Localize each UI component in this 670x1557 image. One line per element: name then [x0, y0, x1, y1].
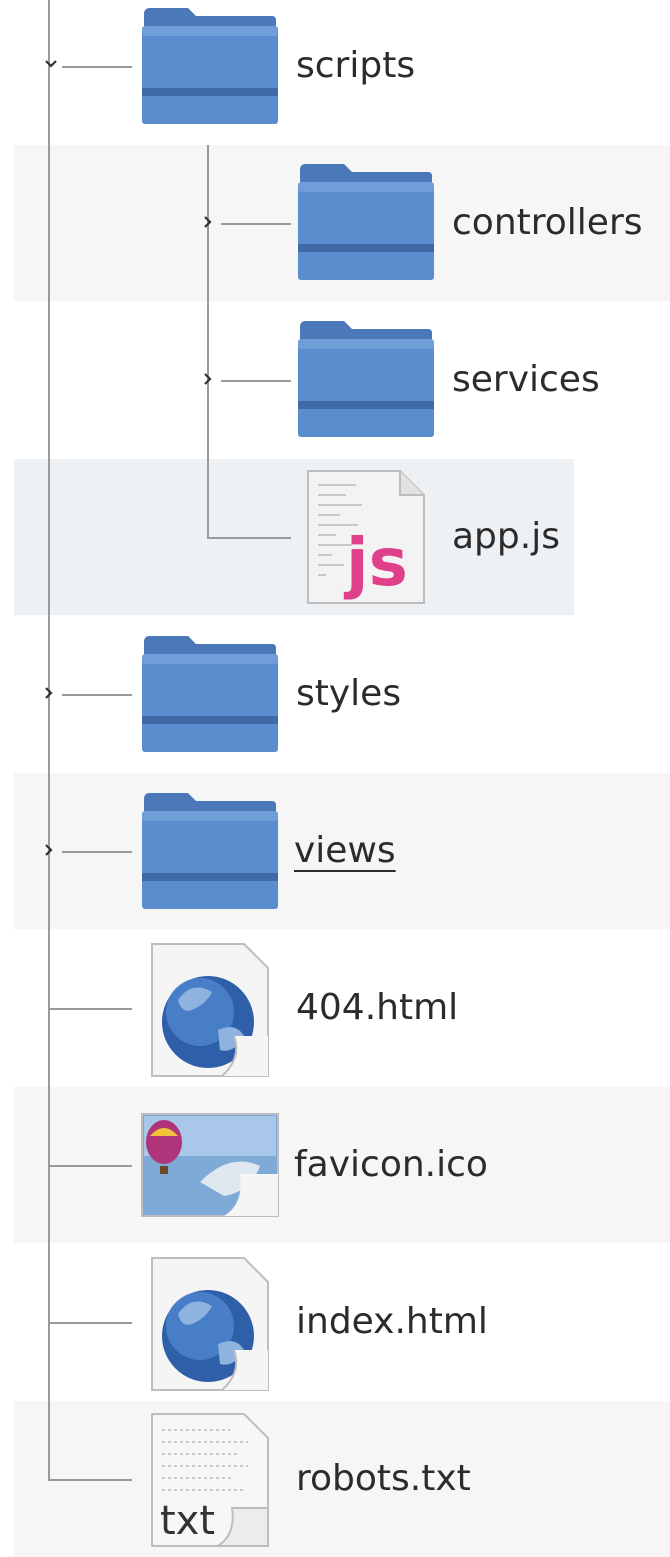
connector-controllers — [221, 223, 291, 225]
tree-guide-depth2 — [207, 145, 209, 538]
tree-item-label[interactable]: controllers — [452, 201, 643, 245]
tree-item-label[interactable]: app.js — [452, 515, 560, 559]
text-file-icon[interactable]: txt — [148, 1410, 288, 1547]
connector-app-js — [207, 537, 291, 539]
folder-icon[interactable] — [140, 4, 280, 128]
connector-index — [48, 1322, 132, 1324]
connector-scripts — [62, 66, 132, 68]
connector-services — [221, 380, 291, 382]
folder-icon[interactable] — [140, 632, 280, 756]
connector-styles — [62, 694, 132, 696]
tree-item-label[interactable]: robots.txt — [296, 1457, 471, 1501]
tree-item-label[interactable]: index.html — [296, 1300, 488, 1344]
connector-views — [62, 851, 132, 853]
html-globe-file-icon[interactable] — [148, 940, 288, 1077]
tree-item-label[interactable]: views — [294, 829, 396, 873]
connector-robots — [48, 1479, 132, 1481]
file-tree: scripts controllers services js app.js s… — [0, 0, 670, 1557]
chevron-right-icon[interactable] — [199, 370, 217, 388]
txt-icon-text: txt — [160, 1498, 215, 1544]
html-globe-file-icon[interactable] — [148, 1254, 288, 1391]
folder-icon[interactable] — [140, 789, 280, 913]
folder-icon[interactable] — [296, 317, 436, 441]
folder-icon[interactable] — [296, 160, 436, 284]
tree-item-label[interactable]: styles — [296, 672, 401, 716]
tree-item-label[interactable]: favicon.ico — [294, 1143, 488, 1187]
tree-guide-depth1 — [48, 0, 50, 1480]
chevron-right-icon[interactable] — [40, 841, 58, 859]
javascript-file-icon[interactable]: js — [296, 467, 436, 604]
chevron-down-icon[interactable] — [42, 55, 60, 73]
tree-item-label[interactable]: scripts — [296, 44, 415, 88]
connector-favicon — [48, 1165, 132, 1167]
image-file-icon[interactable] — [140, 1112, 280, 1236]
tree-item-label[interactable]: services — [452, 358, 600, 402]
connector-404 — [48, 1008, 132, 1010]
js-icon-text: js — [343, 524, 408, 601]
tree-item-label[interactable]: 404.html — [296, 986, 458, 1030]
chevron-right-icon[interactable] — [40, 684, 58, 702]
chevron-right-icon[interactable] — [199, 213, 217, 231]
